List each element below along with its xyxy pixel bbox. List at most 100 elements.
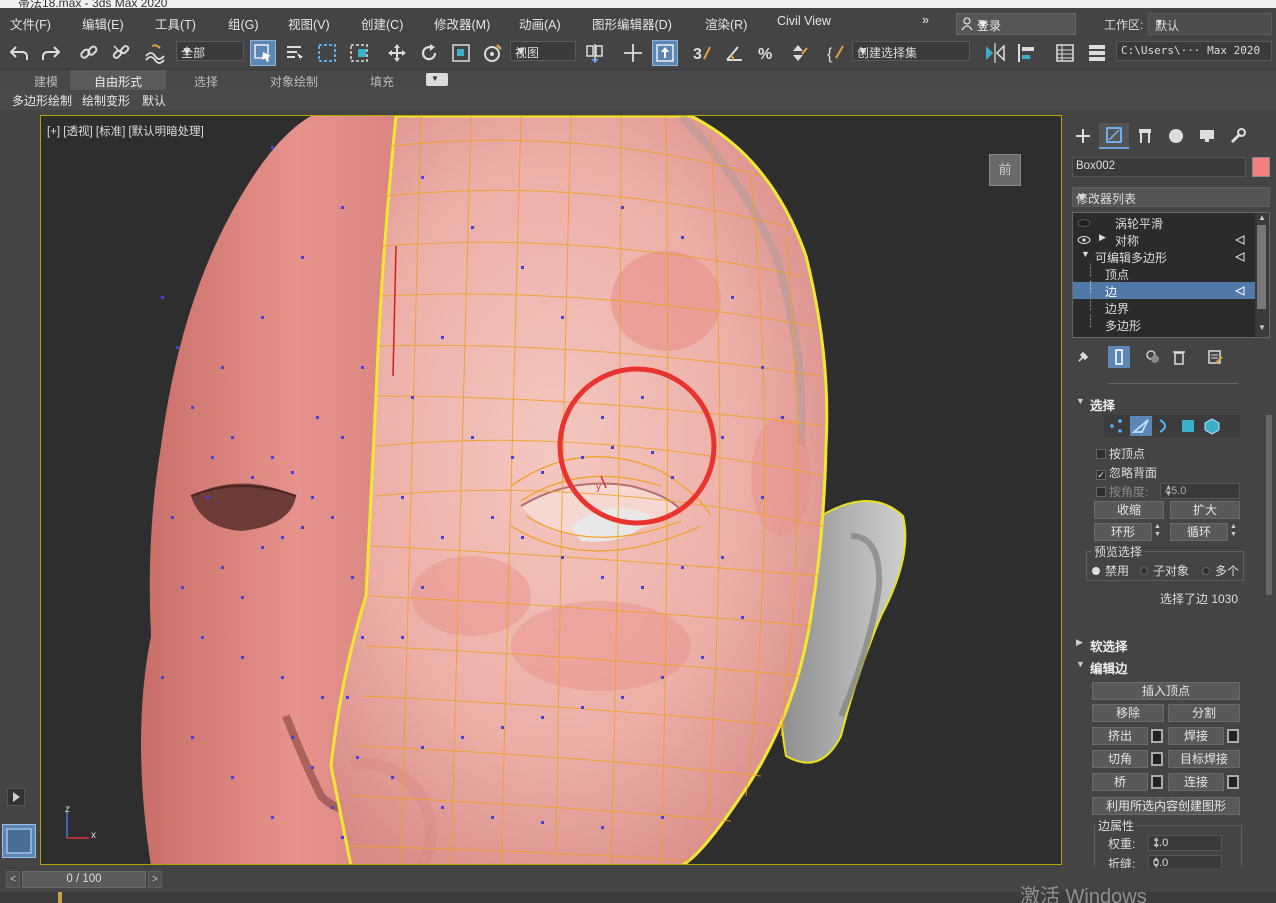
weld-button[interactable]: 焊接 [1168,727,1224,745]
select-and-link-button[interactable] [76,40,102,66]
display-tab[interactable] [1192,123,1222,149]
ring-spinner-icon[interactable]: ▲ ▼ [1154,523,1164,541]
chamfer-settings-button[interactable] [1151,752,1163,766]
menu-rendering[interactable]: 渲染(R) [705,14,747,33]
split-button[interactable]: 分割 [1168,704,1240,722]
stack-subobject-vertex[interactable]: ┊ 顶点 [1073,263,1255,282]
modify-tab[interactable] [1099,123,1129,149]
extrude-button[interactable]: 挤出 [1092,727,1148,745]
ribbon-tab-populate[interactable]: 填充 [352,70,412,90]
menu-civil-view[interactable]: Civil View [777,14,831,28]
pin-stack-button[interactable] [1072,346,1094,368]
angle-snap-button[interactable] [722,40,748,66]
preview-disabled-radio[interactable]: 禁用 [1092,562,1129,579]
grow-button[interactable]: 扩大 [1170,501,1240,519]
redo-button[interactable] [38,40,64,66]
bridge-button[interactable]: 桥 [1092,773,1148,791]
modifier-list-dropdown[interactable]: 修改器列表 ▼ [1072,187,1270,207]
insert-vertex-button[interactable]: 插入顶点 [1092,682,1240,700]
menu-animation[interactable]: 动画(A) [519,14,561,33]
collapse-arrow-icon[interactable]: ▼ [1081,249,1090,259]
menu-modifiers[interactable]: 修改器(M) [434,14,490,33]
selection-filter-dropdown[interactable]: 全部 ▼ [176,41,244,61]
viewport-layout-button[interactable] [2,824,36,858]
panel-scrollbar[interactable] [1266,415,1272,595]
window-crossing-button[interactable] [346,40,372,66]
ring-button[interactable]: 环形 [1094,523,1152,541]
element-level-button[interactable] [1202,417,1222,435]
ribbon-tab-selection[interactable]: 选择 [176,70,236,90]
time-slider[interactable]: 0 / 100 [22,871,146,888]
remove-modifier-button[interactable] [1168,346,1190,368]
extrude-settings-button[interactable] [1151,729,1163,743]
by-vertex-checkbox[interactable]: 按顶点 [1096,445,1145,462]
loop-spinner-icon[interactable]: ▲ ▼ [1230,523,1240,541]
by-angle-checkbox[interactable]: 按角度: [1096,483,1148,500]
snaps-toggle-button[interactable]: 3 [690,40,716,66]
subtab-polydraw[interactable]: 多边形绘制 [12,92,72,109]
reference-coord-dropdown[interactable]: 视图 ▼ [510,41,576,61]
stack-subobject-border[interactable]: ┊ 边界 [1073,297,1255,316]
configure-modifier-sets-button[interactable] [1204,346,1226,368]
weld-settings-button[interactable] [1227,729,1239,743]
menu-overflow-icon[interactable]: » [922,13,929,27]
preview-multi-radio[interactable]: 多个 [1202,562,1239,579]
edit-edges-rollout-header[interactable]: ▼ 编辑边 [1072,656,1268,676]
stack-item-symmetry[interactable]: ▶ 对称 [1073,231,1255,248]
object-name-field[interactable]: Box002 [1072,157,1246,177]
stack-scrollbar[interactable]: ▲ ▼ [1255,213,1269,337]
soft-selection-rollout-header[interactable]: ▶ 软选择 [1072,634,1268,654]
named-selection-dropdown[interactable]: 创建选择集 ▼ [852,41,970,61]
menu-file[interactable]: 文件(F) [10,14,51,33]
mirror-button[interactable] [982,40,1008,66]
align-button[interactable] [1014,40,1040,66]
placement-button[interactable] [480,40,506,66]
ribbon-tab-object-paint[interactable]: 对象绘制 [258,70,330,90]
expand-arrow-icon[interactable]: ▶ [1099,232,1106,243]
scrollbar-thumb[interactable] [1257,225,1266,309]
expand-viewport-button[interactable] [7,788,25,806]
project-path-field[interactable]: C:\Users\··· Max 2020 [1116,41,1272,61]
ribbon-tab-freeform[interactable]: 自由形式 [70,70,166,90]
subtab-defaults[interactable]: 默认 [142,92,166,109]
pivot-center-button[interactable] [582,40,608,66]
edge-level-button[interactable] [1130,416,1152,436]
stack-subobject-edge[interactable]: ┊ 边 [1073,280,1255,299]
object-color-swatch[interactable] [1252,157,1270,177]
utilities-tab[interactable] [1223,123,1253,149]
selection-rollout-header[interactable]: ▼ 选择 [1072,393,1268,413]
create-shape-button[interactable]: 利用所选内容创建图形 [1092,797,1240,815]
menu-edit[interactable]: 编辑(E) [82,14,124,33]
make-unique-button[interactable] [1142,346,1164,368]
percent-snap-button[interactable]: % [754,40,780,66]
viewcube[interactable]: 前 [989,154,1021,186]
connect-button[interactable]: 连接 [1168,773,1224,791]
border-level-button[interactable] [1154,417,1174,435]
loop-button[interactable]: 循环 [1170,523,1228,541]
show-end-result-button[interactable] [1108,346,1130,368]
layer-explorer-button[interactable] [1084,40,1110,66]
scale-button[interactable] [448,40,474,66]
shrink-button[interactable]: 收缩 [1094,501,1164,519]
subtab-paint-deform[interactable]: 绘制变形 [82,92,130,109]
menu-create[interactable]: 创建(C) [361,14,403,33]
weight-spinner[interactable]: 1.0 ▲ ▼ [1148,835,1222,851]
polygon-level-button[interactable] [1178,417,1198,435]
create-tab[interactable] [1068,123,1098,149]
undo-button[interactable] [6,40,32,66]
workspace-select[interactable]: 默认 ▼ [1148,13,1272,35]
rectangular-selection-button[interactable] [314,40,340,66]
prev-frame-button[interactable]: < [6,871,20,888]
scene-explorer-button[interactable] [1052,40,1078,66]
angle-spinner[interactable]: 45.0 ▲ ▼ [1160,483,1240,499]
connect-settings-button[interactable] [1227,775,1239,789]
select-by-name-button[interactable] [282,40,308,66]
edit-named-selection-button[interactable]: { [824,40,850,66]
menu-tools[interactable]: 工具(T) [155,14,196,33]
move-button[interactable] [384,40,410,66]
viewport-label[interactable]: [+] [透视] [标准] [默认明暗处理] [47,123,204,139]
hierarchy-tab[interactable] [1130,123,1160,149]
stack-subobject-polygon[interactable]: ┊ 多边形 [1073,314,1255,333]
ignore-backfacing-checkbox[interactable]: ✓ 忽略背面 [1096,464,1157,481]
next-frame-button[interactable]: > [148,871,162,888]
